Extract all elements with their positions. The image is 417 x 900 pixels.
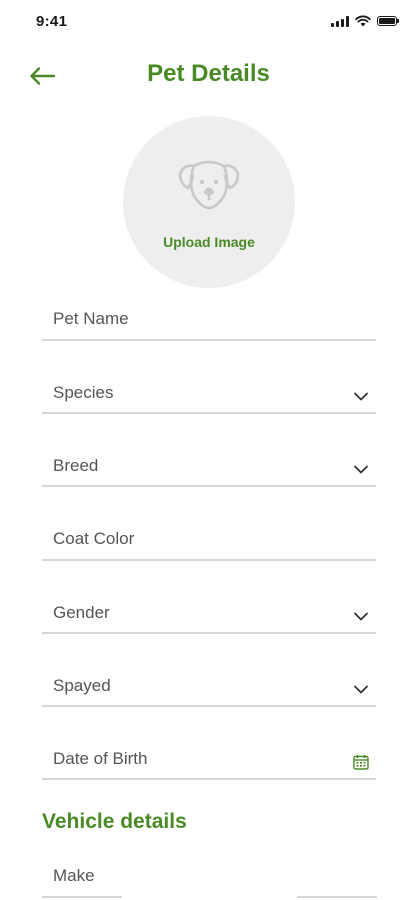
coat-color-field[interactable]	[42, 525, 376, 561]
species-select[interactable]: Species	[42, 378, 376, 414]
breed-select[interactable]: Breed	[42, 451, 376, 487]
chevron-down-icon	[354, 392, 368, 401]
species-label: Species	[53, 383, 114, 402]
upload-image-button[interactable]: Upload Image	[123, 116, 295, 288]
battery-icon	[377, 16, 399, 26]
status-time: 9:41	[36, 13, 68, 30]
wifi-icon	[355, 15, 371, 27]
pet-name-input[interactable]	[53, 309, 323, 329]
upload-image-label: Upload Image	[163, 234, 255, 250]
date-of-birth-field[interactable]: Date of Birth	[42, 744, 376, 780]
vehicle-second-field[interactable]	[297, 862, 377, 898]
status-bar: 9:41	[0, 0, 417, 46]
coat-color-input[interactable]	[53, 529, 323, 549]
header: Pet Details	[0, 48, 417, 104]
spayed-select[interactable]: Spayed	[42, 671, 376, 707]
date-of-birth-label: Date of Birth	[53, 749, 148, 768]
vehicle-second-input[interactable]	[308, 866, 374, 886]
signal-icon	[331, 15, 349, 27]
pet-name-field[interactable]	[42, 305, 376, 341]
page-title: Pet Details	[147, 60, 270, 87]
breed-label: Breed	[53, 456, 99, 475]
gender-label: Gender	[53, 603, 110, 622]
spayed-label: Spayed	[53, 676, 111, 695]
chevron-down-icon	[354, 685, 368, 694]
dog-icon	[178, 160, 240, 210]
make-field[interactable]	[42, 862, 122, 898]
make-input[interactable]	[53, 866, 119, 886]
chevron-down-icon	[354, 465, 368, 474]
status-icons	[331, 15, 399, 27]
pet-details-screen: 9:41 Pet Details Upload Image Pet Name S…	[0, 0, 417, 900]
chevron-down-icon	[354, 612, 368, 621]
vehicle-details-heading: Vehicle details	[42, 810, 187, 833]
gender-select[interactable]: Gender	[42, 598, 376, 634]
calendar-icon[interactable]	[352, 753, 370, 771]
